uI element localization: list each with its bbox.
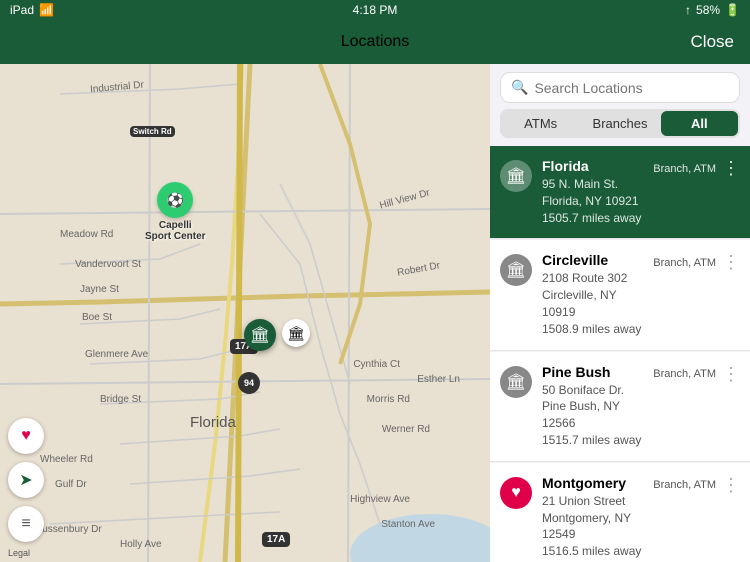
list-icon: ≡ <box>21 515 30 533</box>
wifi-icon: 📶 <box>39 3 54 17</box>
filter-tabs: ATMs Branches All <box>500 109 740 138</box>
route-17a-bottom-marker: 17A <box>262 532 290 547</box>
capelli-name: CapelliSport Center <box>145 220 206 242</box>
location-list[interactable]: 🏛 Florida 95 N. Main St.Florida, NY 1092… <box>490 146 750 562</box>
location-type: Branch, ATM <box>653 368 716 380</box>
route-94-marker: 94 <box>238 372 260 394</box>
close-button[interactable]: Close <box>691 32 734 52</box>
carrier-label: iPad <box>10 3 34 17</box>
location-name: Pine Bush <box>542 364 643 380</box>
bank-icon: 🏛 <box>500 160 532 192</box>
bank-icon: 🏛 <box>500 254 532 286</box>
search-icon: 🔍 <box>511 79 528 96</box>
location-type: Branch, ATM <box>653 257 716 269</box>
more-button[interactable]: ⋮ <box>722 475 740 496</box>
status-bar: iPad 📶 4:18 PM ↑ 58% 🔋 <box>0 0 750 20</box>
heart-icon: ♥ <box>500 477 532 509</box>
map-area[interactable]: Industrial Dr Meadow Rd Vandervoort St J… <box>0 64 490 562</box>
location-address: 95 N. Main St.Florida, NY 109211505.7 mi… <box>542 176 643 226</box>
location-type: Branch, ATM <box>653 163 716 175</box>
list-item[interactable]: ♥ Montgomery 21 Union StreetMontgomery, … <box>490 463 750 562</box>
nav-bar: Locations Close <box>0 20 750 64</box>
list-item[interactable]: 🏛 Pine Bush 50 Boniface Dr.Pine Bush, NY… <box>490 352 750 462</box>
legal-label: Legal <box>8 548 30 558</box>
search-input-wrap[interactable]: 🔍 <box>500 72 740 103</box>
list-item[interactable]: 🏛 Florida 95 N. Main St.Florida, NY 1092… <box>490 146 750 239</box>
list-button[interactable]: ≡ <box>8 506 44 542</box>
location-address: 2108 Route 302Circleville, NY 109191508.… <box>542 270 643 337</box>
florida-map-label: Florida <box>190 414 236 431</box>
nav-title: Locations <box>341 33 410 51</box>
pin-florida-selected[interactable]: 🏛 <box>244 319 276 351</box>
signal-icon: ↑ <box>685 3 691 17</box>
search-input[interactable] <box>534 80 729 96</box>
more-button[interactable]: ⋮ <box>722 158 740 179</box>
bank-icon: 🏛 <box>500 366 532 398</box>
location-type: Branch, ATM <box>653 479 716 491</box>
right-panel: 🔍 ATMs Branches All 🏛 Florida 95 N. Main… <box>490 64 750 562</box>
time-label: 4:18 PM <box>353 3 398 17</box>
heart-icon: ♥ <box>21 427 31 445</box>
more-button[interactable]: ⋮ <box>722 364 740 385</box>
more-button[interactable]: ⋮ <box>722 252 740 273</box>
location-name: Montgomery <box>542 475 643 491</box>
location-address: 50 Boniface Dr.Pine Bush, NY 125661515.7… <box>542 382 643 449</box>
location-name: Circleville <box>542 252 643 268</box>
capelli-icon: ⚽ <box>157 182 193 218</box>
map-controls: ♥ ➤ ≡ <box>8 418 44 542</box>
location-address: 21 Union StreetMontgomery, NY 125491516.… <box>542 493 643 560</box>
favorite-button[interactable]: ♥ <box>8 418 44 454</box>
filter-branches[interactable]: Branches <box>581 111 658 136</box>
search-bar: 🔍 <box>490 64 750 109</box>
list-item[interactable]: 🏛 Circleville 2108 Route 302Circleville,… <box>490 240 750 350</box>
filter-all[interactable]: All <box>661 111 738 136</box>
pin-branch-1[interactable]: 🏛 <box>282 319 310 347</box>
location-button[interactable]: ➤ <box>8 462 44 498</box>
battery-icon: 🔋 <box>725 3 740 17</box>
location-name: Florida <box>542 158 643 174</box>
filter-atm[interactable]: ATMs <box>502 111 579 136</box>
navigation-icon: ➤ <box>19 470 32 490</box>
route-sign-top: Switch Rd <box>130 126 175 137</box>
battery-label: 58% <box>696 3 720 17</box>
capelli-place: ⚽ CapelliSport Center <box>145 182 206 242</box>
